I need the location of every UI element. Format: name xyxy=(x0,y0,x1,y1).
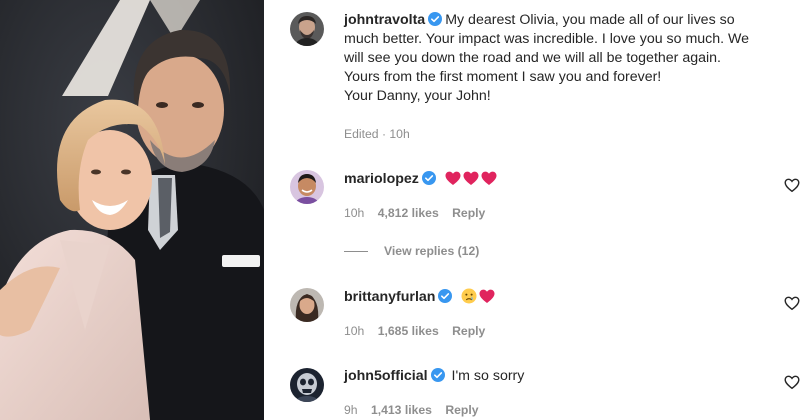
comment-text: I'm so sorry xyxy=(451,368,525,384)
author-username[interactable]: johntravolta xyxy=(344,12,425,28)
caption-time: 10h xyxy=(389,127,410,141)
verified-badge-icon xyxy=(421,171,436,185)
red-heart-icon xyxy=(445,171,461,186)
bearded-man-avatar-icon xyxy=(290,12,324,46)
comment-time: 9h xyxy=(344,403,358,417)
comments-pane: johntravolta My dearest Olivia, you made … xyxy=(264,0,800,420)
caption-meta: Edited · 10h xyxy=(344,127,410,141)
verified-badge-icon xyxy=(430,368,445,382)
edited-label: Edited xyxy=(344,127,379,141)
crying-face-icon xyxy=(461,288,477,304)
comment-username[interactable]: john5official xyxy=(344,368,428,384)
red-heart-icon xyxy=(481,171,497,186)
commenter-avatar-mariolopez[interactable] xyxy=(290,170,324,204)
comment-time: 10h xyxy=(344,206,365,220)
comment-mariolopez: mariolopez xyxy=(344,170,764,189)
man-smiling-avatar-icon xyxy=(290,170,324,204)
comment-meta-mariolopez: 10h 4,812 likes Reply xyxy=(344,206,485,220)
reply-button[interactable]: Reply xyxy=(452,324,485,338)
verified-badge-icon xyxy=(438,289,453,303)
like-comment-heart-icon[interactable] xyxy=(784,296,800,312)
post-caption: johntravolta My dearest Olivia, you made … xyxy=(344,11,794,106)
replies-divider-line xyxy=(344,251,368,253)
caption-line-4: Yours from the first moment I saw you an… xyxy=(344,69,662,85)
comment-time: 10h xyxy=(344,324,365,338)
reply-button[interactable]: Reply xyxy=(452,206,485,220)
view-replies-button[interactable]: View replies (12) xyxy=(344,244,479,258)
like-comment-heart-icon[interactable] xyxy=(784,375,800,391)
skull-mask-avatar-icon xyxy=(290,368,324,402)
comment-meta-john5official: 9h 1,413 likes Reply xyxy=(344,403,479,417)
comment-brittanyfurlan: brittanyfurlan xyxy=(344,288,764,307)
caption-line-2: much better. Your impact was incredible.… xyxy=(344,31,750,47)
comment-username[interactable]: mariolopez xyxy=(344,171,419,187)
photo-illustration xyxy=(0,0,264,420)
caption-line-1: My dearest Olivia, you made all of our l… xyxy=(445,12,735,28)
reply-button[interactable]: Reply xyxy=(445,403,478,417)
red-heart-icon xyxy=(479,289,495,304)
woman-portrait-avatar-icon xyxy=(290,288,324,322)
comment-likes[interactable]: 1,685 likes xyxy=(378,324,439,338)
view-replies-label: View replies (12) xyxy=(384,244,480,258)
commenter-avatar-brittanyfurlan[interactable] xyxy=(290,288,324,322)
commenter-avatar-john5official[interactable] xyxy=(290,368,324,402)
caption-line-3: will see you down the road and we will a… xyxy=(344,50,721,66)
comment-likes[interactable]: 1,413 likes xyxy=(371,403,432,417)
comment-likes[interactable]: 4,812 likes xyxy=(378,206,439,220)
comment-meta-brittanyfurlan: 10h 1,685 likes Reply xyxy=(344,324,485,338)
post-photo xyxy=(0,0,264,420)
red-heart-icon xyxy=(463,171,479,186)
comment-username[interactable]: brittanyfurlan xyxy=(344,289,435,305)
caption-line-5: Your Danny, your John! xyxy=(344,88,491,104)
verified-badge-icon xyxy=(428,12,443,26)
comment-john5official: john5official I'm so sorry xyxy=(344,367,764,386)
like-comment-heart-icon[interactable] xyxy=(784,178,800,194)
meta-separator: · xyxy=(381,127,387,141)
author-avatar[interactable] xyxy=(290,12,324,46)
